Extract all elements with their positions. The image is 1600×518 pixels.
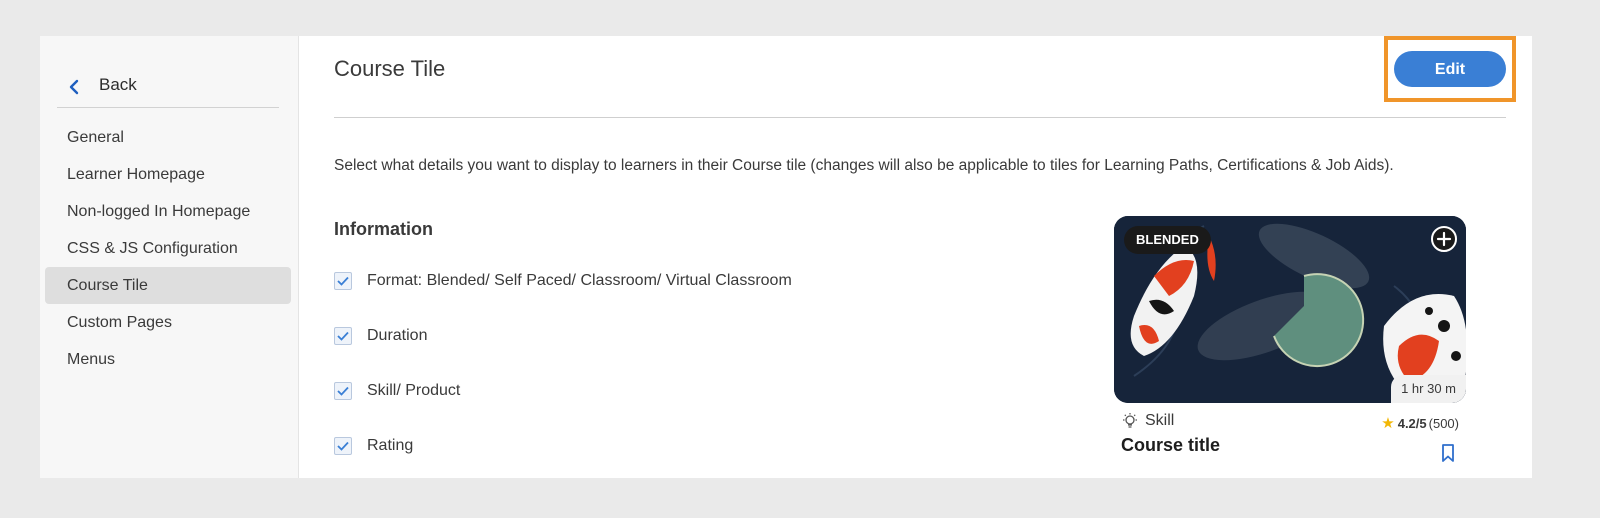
- sidebar-item-css-js-configuration[interactable]: CSS & JS Configuration: [45, 230, 291, 267]
- course-thumbnail: BLENDED 1 hr 30 m: [1114, 216, 1466, 403]
- format-badge: BLENDED: [1124, 226, 1211, 254]
- duration-label: 1 hr 30 m: [1391, 375, 1466, 403]
- sidebar-item-course-tile[interactable]: Course Tile: [45, 267, 291, 304]
- skill-label: Skill: [1145, 412, 1175, 429]
- main-content: Course Tile Edit Select what details you…: [334, 36, 1532, 478]
- rating-score: 4.2/5: [1397, 415, 1427, 431]
- checkmark-icon: [337, 276, 349, 286]
- checkmark-icon: [337, 441, 349, 451]
- rating-checkbox[interactable]: [334, 437, 352, 455]
- duration-checkbox[interactable]: [334, 327, 352, 345]
- section-title-information: Information: [334, 219, 433, 239]
- rating-info: ★ 4.2/5 (500): [1381, 414, 1459, 432]
- sidebar-item-general[interactable]: General: [45, 119, 291, 156]
- back-label: Back: [99, 75, 137, 94]
- sidebar-item-custom-pages[interactable]: Custom Pages: [45, 304, 291, 341]
- back-button[interactable]: Back: [57, 74, 279, 108]
- rating-count: (500): [1428, 415, 1459, 431]
- option-duration[interactable]: Duration: [334, 325, 427, 347]
- edit-button[interactable]: Edit: [1394, 51, 1506, 87]
- sidebar-item-non-logged-in-homepage[interactable]: Non-logged In Homepage: [45, 193, 291, 230]
- sidebar-nav: General Learner Homepage Non-logged In H…: [45, 119, 291, 378]
- bulb-icon: [1123, 413, 1137, 428]
- star-icon: ★: [1381, 415, 1395, 432]
- bookmark-icon[interactable]: [1440, 443, 1456, 463]
- page-title: Course Tile: [334, 56, 446, 81]
- skill-product-option-label: Skill/ Product: [367, 382, 461, 399]
- app-window: Back General Learner Homepage Non-logged…: [40, 36, 1532, 478]
- skill-info: Skill: [1121, 412, 1174, 430]
- plus-circle-icon[interactable]: [1430, 225, 1458, 253]
- sidebar-item-menus[interactable]: Menus: [45, 341, 291, 378]
- format-option-label: Format: Blended/ Self Paced/ Classroom/ …: [367, 272, 792, 289]
- format-checkbox[interactable]: [334, 272, 352, 290]
- option-format[interactable]: Format: Blended/ Self Paced/ Classroom/ …: [334, 270, 792, 292]
- duration-option-label: Duration: [367, 327, 428, 344]
- tile-meta: Skill ★ 4.2/5 (500): [1121, 412, 1459, 432]
- description-text: Select what details you want to display …: [334, 157, 1394, 174]
- checkmark-icon: [337, 386, 349, 396]
- skill-product-checkbox[interactable]: [334, 382, 352, 400]
- course-tile-preview[interactable]: BLENDED 1 hr 30 m Skill ★ 4.2/5 (500) Co…: [1114, 216, 1466, 478]
- option-skill-product[interactable]: Skill/ Product: [334, 380, 460, 402]
- chevron-left-icon: [69, 79, 79, 95]
- sidebar-item-learner-homepage[interactable]: Learner Homepage: [45, 156, 291, 193]
- checkmark-icon: [337, 331, 349, 341]
- sidebar: Back General Learner Homepage Non-logged…: [40, 36, 299, 478]
- course-title[interactable]: Course title: [1121, 435, 1220, 456]
- option-rating[interactable]: Rating: [334, 435, 413, 457]
- rating-option-label: Rating: [367, 437, 414, 454]
- header-divider: [334, 117, 1506, 118]
